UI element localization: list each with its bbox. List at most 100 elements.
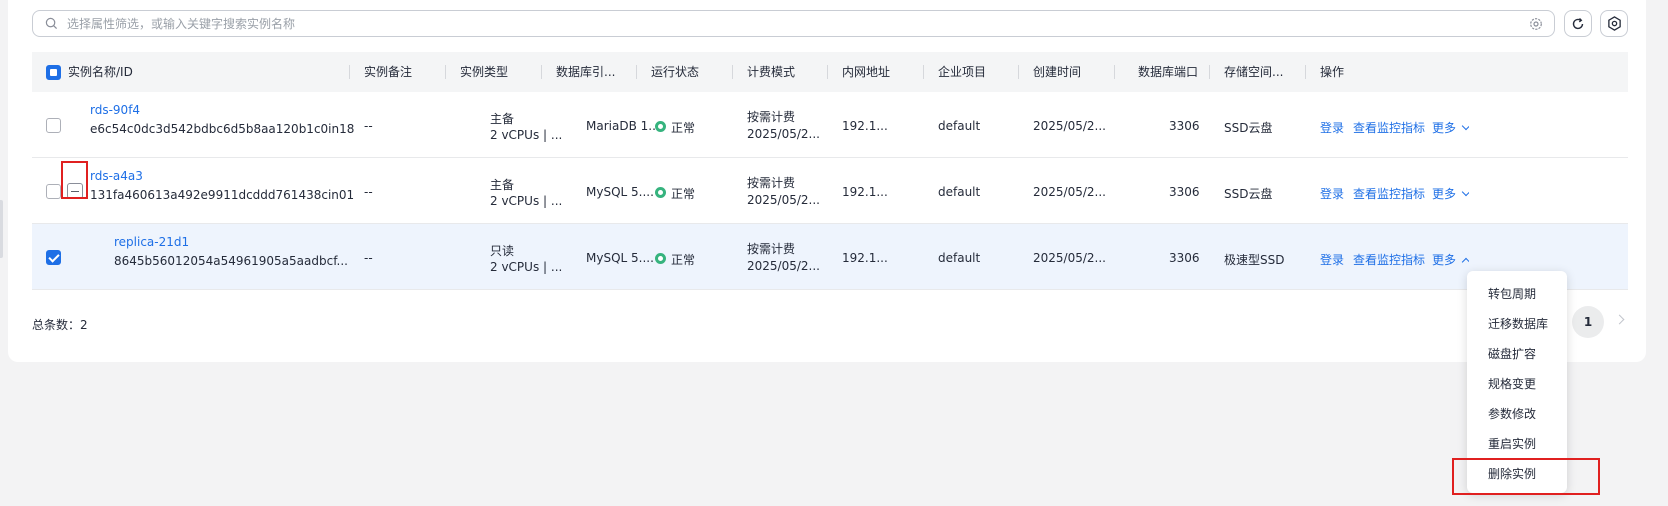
view-metrics-link[interactable]: 查看监控指标 bbox=[1353, 185, 1425, 202]
port-cell: 3306 bbox=[1169, 185, 1200, 199]
remark-cell: -- bbox=[364, 119, 373, 133]
remark-cell: -- bbox=[364, 185, 373, 199]
list-settings-button[interactable] bbox=[1600, 10, 1628, 37]
column-header-created: 创建时间 bbox=[1033, 65, 1082, 79]
instance-name-link[interactable]: rds-90f4 bbox=[90, 103, 140, 117]
refresh-icon bbox=[1572, 17, 1584, 29]
more-dropdown[interactable]: 更多 bbox=[1432, 183, 1470, 201]
status-cell: 正常 bbox=[671, 253, 696, 267]
gear-icon bbox=[1607, 16, 1621, 31]
status-ok-icon bbox=[655, 187, 666, 198]
created-cell: 2025/05/2... bbox=[1033, 185, 1106, 199]
engine-cell: MySQL 5.... bbox=[586, 251, 654, 265]
login-link[interactable]: 登录 bbox=[1320, 119, 1344, 136]
pagination-current-page[interactable]: 1 bbox=[1572, 306, 1604, 338]
table-row: rds-a4a3 131fa460613a492e9911dcddd761438… bbox=[32, 158, 1628, 224]
column-divider[interactable] bbox=[349, 65, 350, 79]
column-header-port: 数据库端口 bbox=[1138, 65, 1199, 79]
status-cell: 正常 bbox=[671, 121, 696, 135]
billing-date-cell: 2025/05/2... bbox=[747, 259, 820, 273]
column-divider[interactable] bbox=[1305, 65, 1306, 79]
column-divider[interactable] bbox=[827, 65, 828, 79]
menu-item-scale-storage[interactable]: 磁盘扩容 bbox=[1467, 339, 1567, 369]
instance-id: e6c54c0dc3d542bdbc6d5b8aa120b1c0in18 bbox=[90, 122, 355, 136]
instance-name-link[interactable]: rds-a4a3 bbox=[90, 169, 143, 183]
column-divider[interactable] bbox=[923, 65, 924, 79]
search-input[interactable] bbox=[67, 14, 1507, 33]
chevron-down-icon bbox=[1461, 187, 1470, 197]
more-label: 更多 bbox=[1432, 121, 1457, 135]
column-divider[interactable] bbox=[1018, 65, 1019, 79]
refresh-button[interactable] bbox=[1564, 10, 1592, 37]
more-dropdown[interactable]: 更多 bbox=[1432, 117, 1470, 135]
project-cell: default bbox=[938, 251, 981, 265]
chevron-down-icon bbox=[1461, 121, 1470, 131]
column-header-storage: 存储空间... bbox=[1224, 65, 1284, 79]
port-cell: 3306 bbox=[1169, 251, 1200, 265]
billing-cell: 按需计费 bbox=[747, 110, 796, 124]
engine-cell: MySQL 5.... bbox=[586, 185, 654, 199]
project-cell: default bbox=[938, 119, 981, 133]
created-cell: 2025/05/2... bbox=[1033, 119, 1106, 133]
column-header-type: 实例类型 bbox=[460, 65, 509, 79]
row-checkbox[interactable] bbox=[46, 118, 61, 133]
select-all-checkbox[interactable] bbox=[46, 65, 61, 80]
table-row: rds-90f4 e6c54c0dc3d542bdbc6d5b8aa120b1c… bbox=[32, 92, 1628, 158]
menu-item-convert-to-yearly[interactable]: 转包周期 bbox=[1467, 279, 1567, 309]
storage-cell: 极速型SSD bbox=[1224, 253, 1285, 267]
menu-item-modify-params[interactable]: 参数修改 bbox=[1467, 399, 1567, 429]
search-icon bbox=[45, 17, 58, 30]
type-cell: 主备 bbox=[490, 112, 515, 126]
column-header-status: 运行状态 bbox=[651, 65, 700, 79]
status-ok-icon bbox=[655, 121, 666, 132]
login-link[interactable]: 登录 bbox=[1320, 185, 1344, 202]
column-header-name: 实例名称/ID bbox=[68, 65, 133, 79]
more-label: 更多 bbox=[1432, 253, 1457, 267]
type-spec-cell: 2 vCPUs | ... bbox=[490, 260, 563, 274]
menu-item-change-spec[interactable]: 规格变更 bbox=[1467, 369, 1567, 399]
private-ip-cell: 192.1... bbox=[842, 119, 888, 133]
instance-name-link[interactable]: replica-21d1 bbox=[114, 235, 189, 249]
row-checkbox[interactable] bbox=[46, 250, 61, 265]
login-link[interactable]: 登录 bbox=[1320, 251, 1344, 268]
storage-cell: SSD云盘 bbox=[1224, 187, 1273, 201]
port-cell: 3306 bbox=[1169, 119, 1200, 133]
search-bar[interactable] bbox=[32, 10, 1555, 37]
column-divider[interactable] bbox=[541, 65, 542, 79]
table-row: replica-21d1 8645b56012054a54961905a5aad… bbox=[32, 224, 1628, 290]
highlight-box bbox=[61, 161, 88, 199]
status-cell: 正常 bbox=[671, 187, 696, 201]
column-divider[interactable] bbox=[1209, 65, 1210, 79]
column-divider[interactable] bbox=[732, 65, 733, 79]
engine-cell: MariaDB 1... bbox=[586, 119, 660, 133]
instance-id: 131fa460613a492e9911dcddd761438cin01 bbox=[90, 188, 355, 202]
column-header-remark: 实例备注 bbox=[364, 65, 413, 79]
column-header-billing: 计费模式 bbox=[747, 65, 796, 79]
billing-cell: 按需计费 bbox=[747, 176, 796, 190]
column-divider[interactable] bbox=[445, 65, 446, 79]
private-ip-cell: 192.1... bbox=[842, 185, 888, 199]
type-cell: 主备 bbox=[490, 178, 515, 192]
column-divider[interactable] bbox=[636, 65, 637, 79]
column-header-project: 企业项目 bbox=[938, 65, 987, 79]
side-panel-handle[interactable] bbox=[0, 200, 3, 258]
filter-settings-icon[interactable] bbox=[1529, 17, 1543, 31]
type-spec-cell: 2 vCPUs | ... bbox=[490, 128, 563, 142]
total-count: 总条数：2 bbox=[32, 318, 88, 332]
remark-cell: -- bbox=[364, 251, 373, 265]
menu-item-migrate-database[interactable]: 迁移数据库 bbox=[1467, 309, 1567, 339]
storage-cell: SSD云盘 bbox=[1224, 121, 1273, 135]
view-metrics-link[interactable]: 查看监控指标 bbox=[1353, 119, 1425, 136]
row-checkbox[interactable] bbox=[46, 184, 61, 199]
project-cell: default bbox=[938, 185, 981, 199]
private-ip-cell: 192.1... bbox=[842, 251, 888, 265]
billing-cell: 按需计费 bbox=[747, 242, 796, 256]
highlight-box bbox=[1452, 458, 1600, 495]
view-metrics-link[interactable]: 查看监控指标 bbox=[1353, 251, 1425, 268]
column-header-actions: 操作 bbox=[1320, 65, 1345, 79]
column-divider[interactable] bbox=[1114, 65, 1115, 79]
menu-item-reboot-instance[interactable]: 重启实例 bbox=[1467, 429, 1567, 459]
instance-id: 8645b56012054a54961905a5aadbcf... bbox=[114, 254, 348, 268]
created-cell: 2025/05/2... bbox=[1033, 251, 1106, 265]
more-dropdown[interactable]: 更多 bbox=[1432, 249, 1470, 267]
